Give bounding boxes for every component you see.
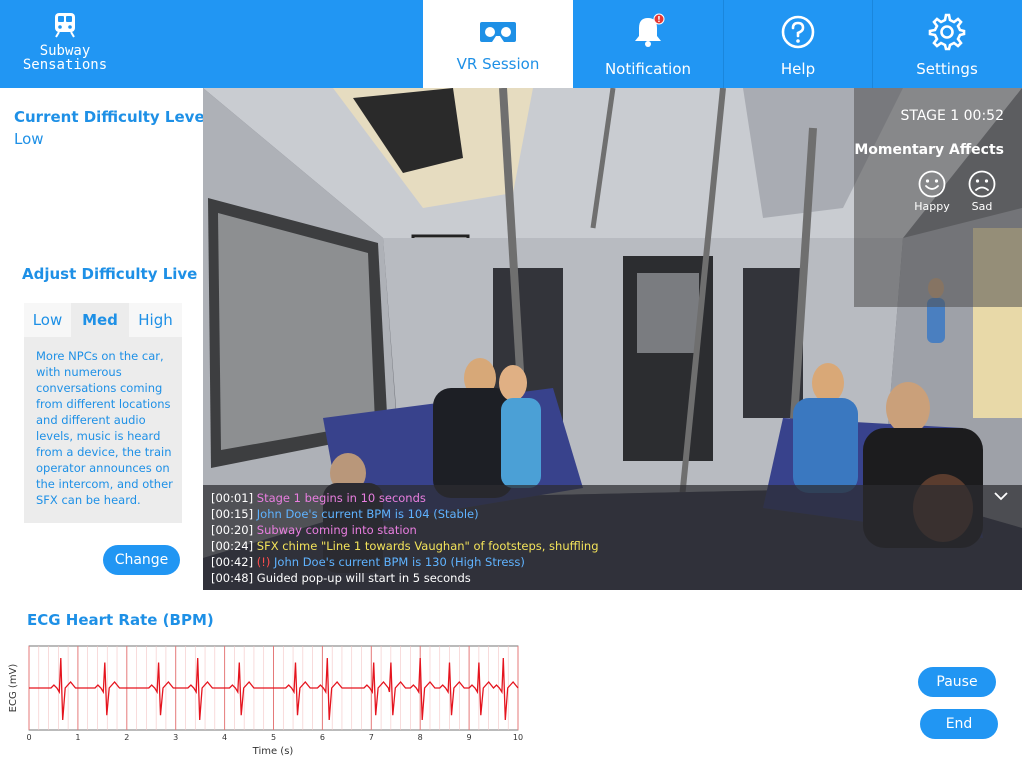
log-entry: [00:42] (!) John Doe's current BPM is 13… xyxy=(211,554,525,570)
ecg-x-tick-label: 7 xyxy=(369,733,374,742)
momentary-affects-title: Momentary Affects xyxy=(854,142,1004,158)
tab-notification[interactable]: ! Notification xyxy=(573,0,723,88)
ecg-x-tick-label: 0 xyxy=(26,733,31,742)
ecg-x-ticks: 0 1 2 3 4 5 6 7 8 9 10 xyxy=(26,733,523,742)
chevron-down-icon[interactable] xyxy=(994,491,1008,501)
log-entry: [00:01] Stage 1 begins in 10 seconds xyxy=(211,490,426,506)
tab-vr-session[interactable]: VR Session xyxy=(423,0,573,88)
difficulty-selector: Low Med High More NPCs on the car, with … xyxy=(24,303,182,523)
gear-icon xyxy=(928,13,966,51)
stage-status-panel: STAGE 1 00:52 Momentary Affects Happy Sa… xyxy=(854,88,1022,307)
ecg-x-tick-label: 6 xyxy=(320,733,325,742)
log-alert-marker: (!) xyxy=(256,555,271,569)
happy-face-icon xyxy=(918,170,946,198)
app-name: Subway Sensations xyxy=(22,43,108,73)
log-timestamp: [00:48] xyxy=(211,571,254,585)
affect-sad-button[interactable]: Sad xyxy=(962,170,1002,213)
ecg-y-axis-label: ECG (mV) xyxy=(8,664,19,713)
question-icon xyxy=(781,15,815,49)
vr-headset-icon xyxy=(480,22,516,42)
top-nav-bar: Subway Sensations VR Session ! Notificat… xyxy=(0,0,1022,88)
log-message: Subway coming into station xyxy=(256,523,417,537)
subway-train-icon xyxy=(55,13,75,38)
difficulty-description: More NPCs on the car, with numerous conv… xyxy=(36,349,173,507)
log-entry: [00:15] John Doe's current BPM is 104 (S… xyxy=(211,506,479,522)
log-entry: [00:20] Subway coming into station xyxy=(211,522,417,538)
affect-sad-label: Sad xyxy=(971,200,993,213)
ecg-x-tick-label: 4 xyxy=(222,733,227,742)
log-timestamp: [00:42] xyxy=(211,555,254,569)
end-session-button[interactable]: End xyxy=(920,709,998,739)
log-timestamp: [00:15] xyxy=(211,507,254,521)
stage-timer: STAGE 1 00:52 xyxy=(900,108,1004,124)
difficulty-option-med[interactable]: Med xyxy=(71,303,129,337)
app-logo[interactable]: Subway Sensations xyxy=(0,0,130,88)
ecg-x-tick-label: 1 xyxy=(75,733,80,742)
change-difficulty-button[interactable]: Change xyxy=(103,545,180,575)
vr-session-video[interactable]: STAGE 1 00:52 Momentary Affects Happy Sa… xyxy=(203,88,1022,590)
ecg-x-tick-label: 10 xyxy=(513,733,523,742)
log-message: John Doe's current BPM is 104 (Stable) xyxy=(256,507,479,521)
ecg-x-tick-label: 5 xyxy=(271,733,276,742)
tab-settings[interactable]: Settings xyxy=(872,0,1022,88)
sad-face-icon xyxy=(968,170,996,198)
log-entry: [00:48] Guided pop-up will start in 5 se… xyxy=(211,570,471,586)
log-entry: [00:24] SFX chime "Line 1 towards Vaugha… xyxy=(211,538,599,554)
current-difficulty-title: Current Difficulty Level xyxy=(14,108,210,126)
ecg-chart: 0 1 2 3 4 5 6 7 8 9 10 Time (s) ECG (mV) xyxy=(8,645,523,757)
difficulty-option-low[interactable]: Low xyxy=(24,303,71,337)
bell-icon: ! xyxy=(635,13,665,47)
svg-text:!: ! xyxy=(657,15,661,24)
event-log[interactable]: [00:01] Stage 1 begins in 10 seconds [00:… xyxy=(203,485,1022,590)
ecg-x-tick-label: 8 xyxy=(418,733,423,742)
log-timestamp: [00:20] xyxy=(211,523,254,537)
affect-happy-label: Happy xyxy=(914,200,950,213)
tab-help[interactable]: Help xyxy=(723,0,873,88)
ecg-x-tick-label: 9 xyxy=(467,733,472,742)
difficulty-tabs: Low Med High xyxy=(24,303,182,337)
current-difficulty-value: Low xyxy=(14,130,44,148)
ecg-x-axis-label: Time (s) xyxy=(252,746,294,757)
adjust-difficulty-title: Adjust Difficulty Live xyxy=(22,265,198,283)
log-message: Stage 1 begins in 10 seconds xyxy=(256,491,426,505)
log-message: SFX chime "Line 1 towards Vaughan" of fo… xyxy=(256,539,599,553)
ecg-title: ECG Heart Rate (BPM) xyxy=(27,611,214,629)
log-message: John Doe's current BPM is 130 (High Stre… xyxy=(274,555,525,569)
pause-button[interactable]: Pause xyxy=(918,667,996,697)
ecg-x-tick-label: 3 xyxy=(173,733,178,742)
difficulty-option-high[interactable]: High xyxy=(129,303,182,337)
log-timestamp: [00:24] xyxy=(211,539,254,553)
ecg-x-tick-label: 2 xyxy=(124,733,129,742)
log-timestamp: [00:01] xyxy=(211,491,254,505)
log-message: Guided pop-up will start in 5 seconds xyxy=(256,571,471,585)
affect-happy-button[interactable]: Happy xyxy=(912,170,952,213)
